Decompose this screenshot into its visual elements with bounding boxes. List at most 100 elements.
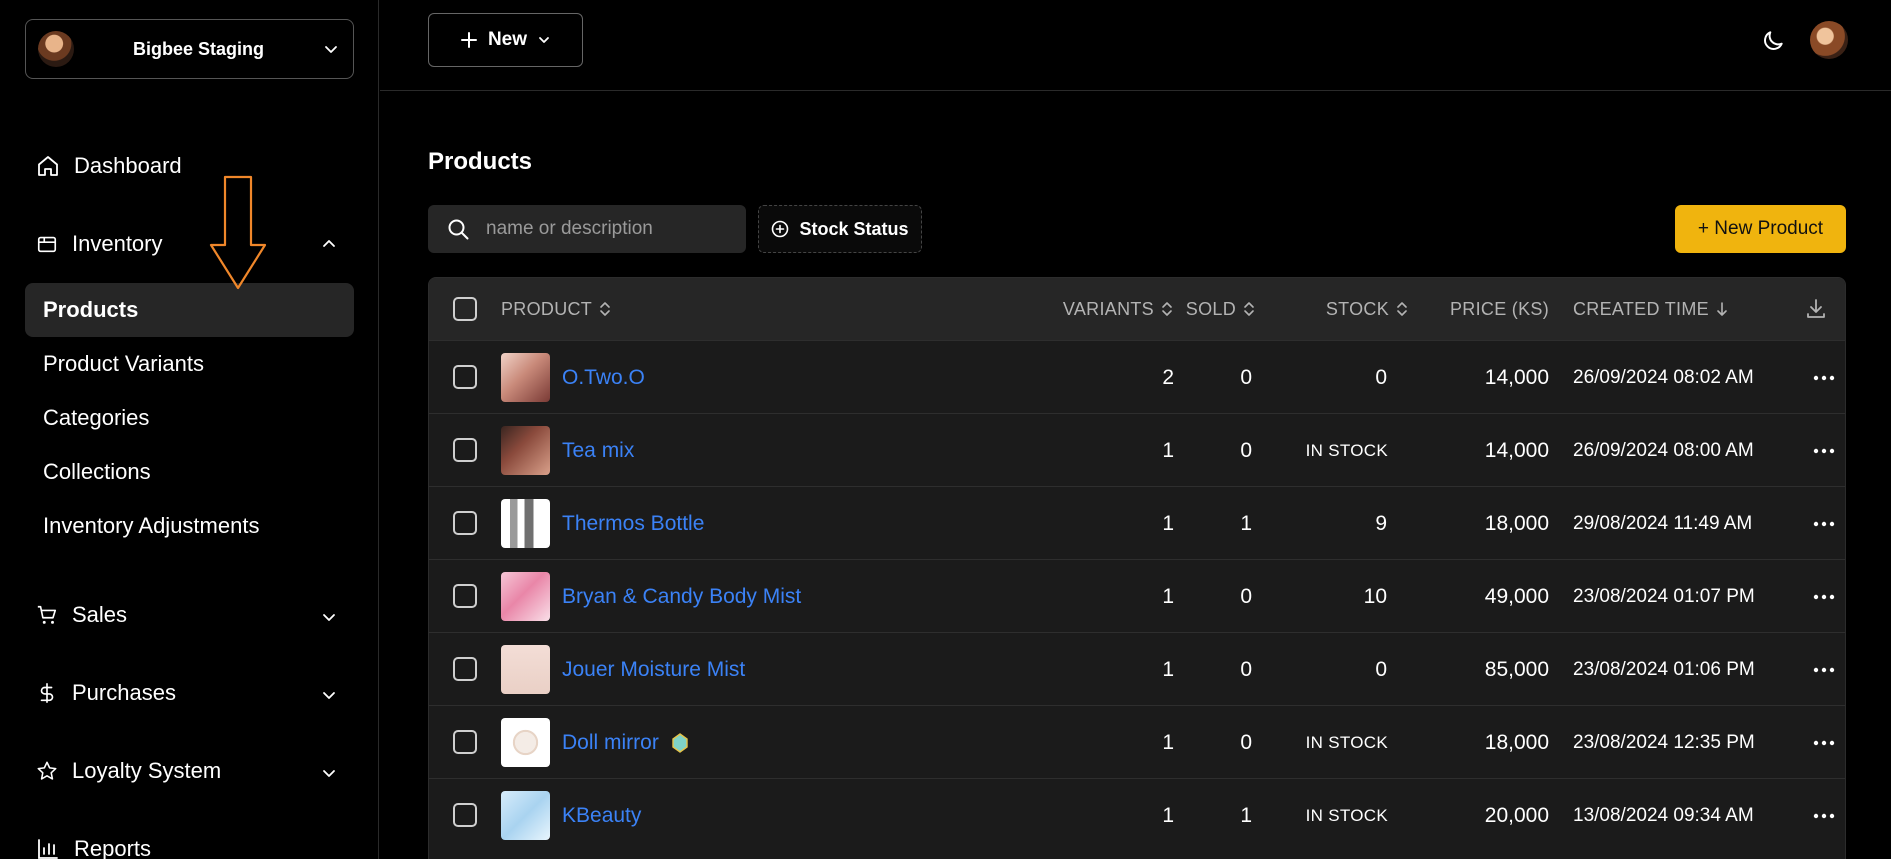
more-options-icon[interactable] [1813, 443, 1835, 459]
price-value: 18,000 [1484, 511, 1549, 535]
product-thumbnail[interactable] [501, 718, 550, 767]
plus-icon [460, 32, 477, 48]
product-name-link[interactable]: Tea mix [562, 414, 634, 487]
row-checkbox[interactable] [453, 511, 477, 535]
product-name-link[interactable]: KBeauty [562, 779, 641, 852]
sold-count: 1 [1240, 803, 1252, 827]
more-options-icon[interactable] [1813, 735, 1835, 751]
table-row[interactable]: Thermos Bottle 1 1 9 18,000 29/08/2024 11:49 … [429, 486, 1845, 559]
sidebar-item-reports[interactable]: Reports [36, 836, 151, 859]
bar-chart-icon [38, 839, 58, 859]
product-name: O.Two.O [562, 365, 645, 389]
chevron-up-icon[interactable] [320, 235, 338, 253]
row-checkbox[interactable] [453, 365, 477, 389]
plus-circle-icon [772, 220, 789, 238]
sidebar-item-label: Purchases [72, 680, 176, 705]
product-thumbnail[interactable] [501, 572, 550, 621]
table-row[interactable]: KBeauty 1 1 IN STOCK 20,000 13/08/2024 09:34 … [429, 778, 1845, 851]
table-header: PRODUCT VARIANTS SOLD STOCK PRICE (KS) C… [429, 278, 1845, 340]
annotation-arrow-icon [209, 175, 267, 290]
product-name: Doll mirror [562, 730, 659, 754]
sidebar-item-inventory[interactable]: Inventory [36, 231, 163, 257]
table-row[interactable]: Bryan & Candy Body Mist 1 0 10 49,000 23/08/2… [429, 559, 1845, 632]
row-checkbox[interactable] [453, 584, 477, 608]
product-thumbnail[interactable] [501, 499, 550, 548]
chevron-down-icon[interactable] [320, 686, 338, 704]
created-time: 23/08/2024 01:06 PM [1573, 658, 1755, 680]
home-icon [38, 156, 58, 176]
product-name-link[interactable]: Bryan & Candy Body Mist [562, 560, 801, 633]
select-all-checkbox[interactable] [453, 297, 477, 321]
price-value: 14,000 [1484, 438, 1549, 462]
price-value: 49,000 [1484, 584, 1549, 608]
sold-count: 0 [1240, 584, 1252, 608]
moon-icon[interactable] [1760, 28, 1786, 54]
search-icon [448, 219, 469, 240]
product-thumbnail[interactable] [501, 645, 550, 694]
table-row[interactable]: Doll mirror 1 0 IN STOCK 18,000 23/08/2024 12… [429, 705, 1845, 778]
chevron-down-icon[interactable] [320, 764, 338, 782]
product-thumbnail[interactable] [501, 426, 550, 475]
column-header-product[interactable]: PRODUCT [501, 278, 612, 340]
more-options-icon[interactable] [1813, 516, 1835, 532]
search-box[interactable] [428, 205, 746, 253]
sidebar-item-loyalty-system[interactable]: Loyalty System [36, 758, 221, 784]
stock-value: IN STOCK [1305, 440, 1388, 460]
topbar: New [380, 0, 1891, 91]
price-value: 20,000 [1484, 803, 1549, 827]
product-name-link[interactable]: Doll mirror [562, 706, 689, 779]
stock-status-filter-button[interactable]: Stock Status [758, 205, 922, 253]
table-row[interactable]: Tea mix 1 0 IN STOCK 14,000 26/09/2024 08:00 … [429, 413, 1845, 486]
stock-value: 0 [1375, 657, 1387, 681]
store-switcher[interactable]: Bigbee Staging [25, 19, 354, 79]
product-thumbnail[interactable] [501, 353, 550, 402]
product-name-link[interactable]: Thermos Bottle [562, 487, 704, 560]
more-options-icon[interactable] [1813, 808, 1835, 824]
chevron-down-icon[interactable] [320, 608, 338, 626]
product-thumbnail[interactable] [501, 791, 550, 840]
stock-value: IN STOCK [1305, 732, 1388, 752]
star-icon [37, 761, 57, 780]
row-checkbox[interactable] [453, 657, 477, 681]
column-header-created-time[interactable]: CREATED TIME [1573, 278, 1729, 340]
column-header-stock[interactable]: STOCK [1269, 278, 1409, 340]
sidebar-item-dashboard[interactable]: Dashboard [36, 153, 182, 179]
more-options-icon[interactable] [1813, 662, 1835, 678]
sidebar-subitem-categories[interactable]: Categories [25, 391, 354, 445]
store-name: Bigbee Staging [132, 38, 264, 59]
column-header-price: PRICE (KS) [1429, 278, 1549, 340]
product-name-link[interactable]: O.Two.O [562, 341, 645, 414]
table-row[interactable]: O.Two.O 2 0 0 14,000 26/09/2024 08:02 AM [429, 340, 1845, 413]
row-checkbox[interactable] [453, 803, 477, 827]
gem-icon [672, 732, 688, 753]
row-checkbox[interactable] [453, 438, 477, 462]
row-checkbox[interactable] [453, 730, 477, 754]
more-options-icon[interactable] [1813, 370, 1835, 386]
download-icon[interactable] [1804, 297, 1828, 321]
stock-status-label: Stock Status [799, 218, 909, 239]
created-time: 13/08/2024 09:34 AM [1573, 804, 1754, 826]
sidebar-item-sales[interactable]: Sales [36, 602, 127, 628]
product-name: Thermos Bottle [562, 511, 705, 535]
more-options-icon[interactable] [1813, 589, 1835, 605]
sidebar-subitem-collections[interactable]: Collections [25, 445, 354, 499]
sidebar-subitem-inventory-adjustments[interactable]: Inventory Adjustments [25, 499, 354, 553]
sidebar-subitem-product-variants[interactable]: Product Variants [25, 337, 354, 391]
new-button[interactable]: New [428, 13, 583, 67]
sold-count: 0 [1240, 438, 1252, 462]
stock-value: IN STOCK [1305, 805, 1388, 825]
page-title: Products [428, 148, 533, 175]
new-product-button[interactable]: + New Product [1675, 205, 1846, 253]
sidebar-item-purchases[interactable]: Purchases [36, 680, 176, 706]
search-input[interactable] [486, 218, 726, 240]
sold-count: 0 [1240, 730, 1252, 754]
user-avatar[interactable] [1810, 21, 1848, 59]
table-row[interactable]: Jouer Moisture Mist 1 0 0 85,000 23/08/2024 0… [429, 632, 1845, 705]
column-header-label: PRODUCT [501, 298, 593, 319]
product-name-link[interactable]: Jouer Moisture Mist [562, 633, 745, 706]
product-name: Tea mix [562, 438, 635, 462]
sidebar-subitem-products[interactable]: Products [25, 283, 354, 337]
sidebar-item-label: Reports [74, 836, 152, 859]
product-name: Jouer Moisture Mist [562, 657, 746, 681]
column-header-sold[interactable]: SOLD [1116, 278, 1256, 340]
